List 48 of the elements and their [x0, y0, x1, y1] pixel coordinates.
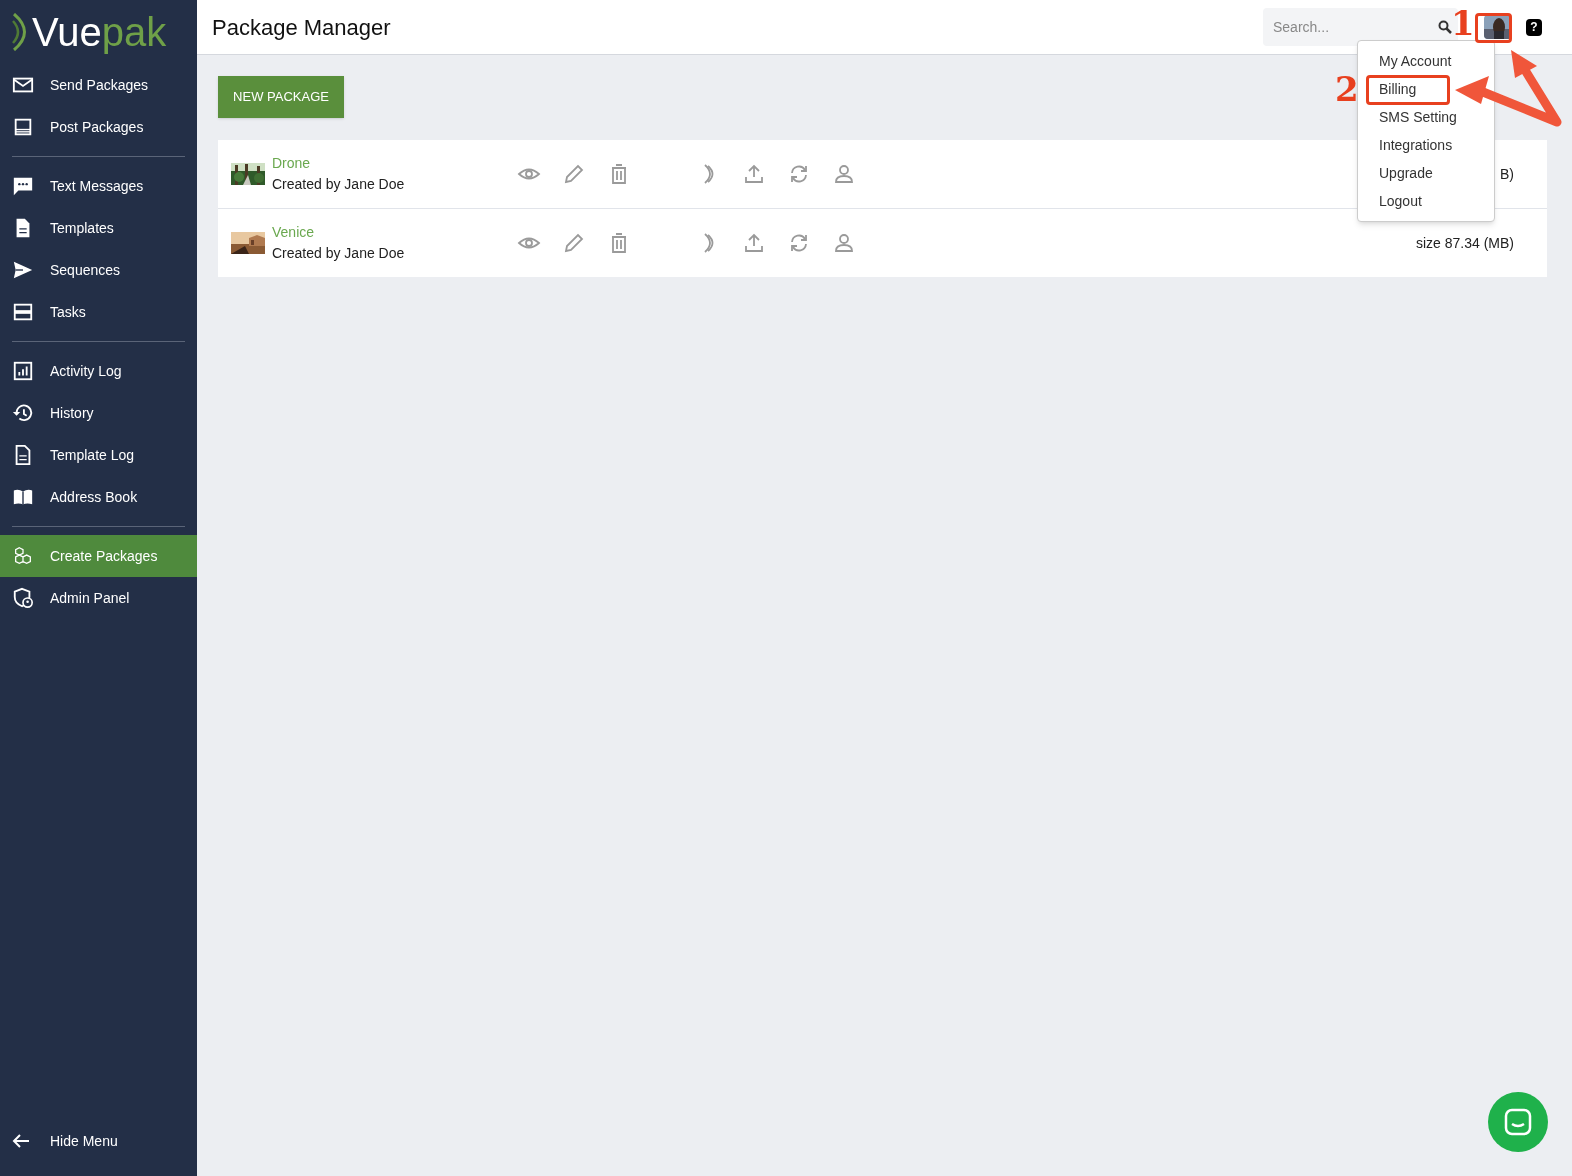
menu-item[interactable]: My Account — [1379, 50, 1452, 72]
menu-item[interactable]: Billing — [1379, 78, 1417, 100]
menu-item[interactable]: Integrations — [1379, 134, 1453, 156]
chat-bubble-icon — [12, 175, 34, 197]
menu-item[interactable]: Logout — [1379, 190, 1422, 212]
sidebar-item[interactable]: Tasks — [0, 291, 197, 333]
cubes-icon — [12, 545, 34, 567]
creator-text: Created by Jane Doe — [272, 175, 406, 194]
sidebar-item[interactable]: Activity Log — [0, 350, 197, 392]
sidebar-item[interactable]: Post Packages — [0, 106, 197, 148]
paper-plane-icon — [12, 259, 34, 281]
sidebar-item[interactable]: Admin Panel — [0, 577, 197, 619]
logo-text: Vuepak — [32, 12, 167, 52]
size-text: B) — [1500, 164, 1514, 184]
upload-icon[interactable] — [742, 231, 766, 255]
history-icon — [12, 402, 34, 424]
logo-icon — [12, 13, 28, 51]
new-package-button[interactable]: NEW PACKAGE — [218, 76, 344, 118]
chat-button[interactable] — [1488, 1092, 1548, 1152]
sidebar-item[interactable]: Address Book — [0, 476, 197, 518]
size-text: size 87.34 (MB) — [1415, 233, 1514, 253]
help-icon[interactable]: ? — [1526, 18, 1542, 36]
pencil-icon[interactable] — [562, 162, 586, 186]
creator-text: Created by Jane Doe — [272, 244, 406, 263]
menu-item[interactable]: Upgrade — [1379, 162, 1433, 184]
chat-icon — [1504, 1108, 1532, 1136]
sidebar-item[interactable]: Create Packages — [0, 535, 197, 577]
menu-item[interactable]: SMS Setting — [1379, 106, 1457, 128]
hide-menu-button[interactable]: Hide Menu — [0, 1120, 197, 1162]
page-title: Package Manager — [212, 13, 391, 42]
annotation-number: 2 — [1335, 72, 1359, 106]
sidebar-item[interactable]: Templates — [0, 207, 197, 249]
person-icon[interactable] — [832, 162, 856, 186]
list-icon — [12, 301, 34, 323]
search-icon — [1438, 20, 1452, 34]
sidebar-item[interactable]: Text Messages — [0, 165, 197, 207]
sidebar-item[interactable]: Template Log — [0, 434, 197, 476]
shield-person-icon — [12, 587, 34, 609]
bar-chart-icon — [12, 360, 34, 382]
pencil-icon[interactable] — [562, 231, 586, 255]
back-arrow-icon — [12, 1133, 30, 1149]
sidebar-item[interactable]: History — [0, 392, 197, 434]
sidebar-item[interactable]: Send Packages — [0, 64, 197, 106]
upload-icon[interactable] — [742, 162, 766, 186]
annotation-box — [1475, 13, 1512, 43]
monitor-icon — [12, 116, 34, 138]
person-icon[interactable] — [832, 231, 856, 255]
sidebar-item[interactable]: Sequences — [0, 249, 197, 291]
